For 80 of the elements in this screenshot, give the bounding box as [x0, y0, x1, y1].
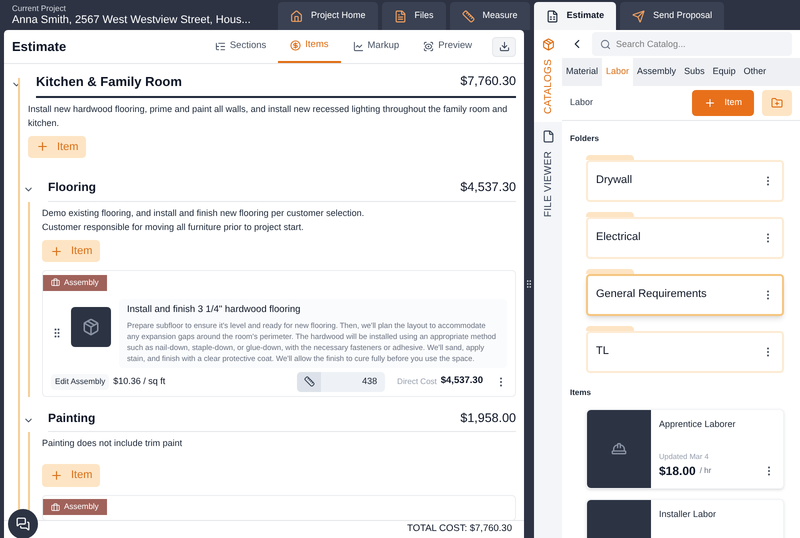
section-total: $4,537.30 [460, 179, 516, 196]
folder-card[interactable]: General Requirements [586, 274, 784, 316]
search-icon [600, 38, 611, 50]
folder-name: Electrical [596, 230, 642, 246]
search-field[interactable]: Search Catalog... [592, 32, 792, 56]
download-button[interactable] [492, 36, 516, 56]
briefcase-icon [51, 278, 60, 288]
new-folder-button[interactable] [762, 90, 792, 116]
unit-price: $10.36 / sq ft [113, 374, 166, 388]
item-title: Install and finish 3 1/4" hardwood flooring [127, 303, 302, 318]
assembly-badge: Assembly [43, 499, 107, 516]
home-icon [290, 10, 303, 22]
plus-icon [50, 244, 63, 258]
catalog-item-name: Apprentice Laborer [659, 418, 737, 431]
project-name: Anna Smith, 2567 West Westview Street, Hous... [12, 13, 251, 26]
chart-icon [352, 41, 364, 52]
folder-name: Drywall [596, 173, 634, 188]
section-description-field[interactable]: Install new hardwood flooring, prime and paint all walls, and install new recessed lighting throughout the family room and kitchen. [28, 98, 516, 134]
section-description-field[interactable]: Painting does not include trim paint [42, 432, 516, 462]
section-description-field[interactable]: Demo existing flooring, and install and finish new flooring per customer selection. Customer responsible for moving all furniture prior to project start. [42, 202, 516, 238]
nav-tab[interactable]: Send Proposal [620, 2, 724, 30]
folder-card[interactable]: Drywall [586, 160, 784, 202]
folder-name: TL [596, 344, 610, 360]
folder-plus-icon [771, 96, 783, 108]
side-tab[interactable]: FILE VIEWER [534, 122, 562, 226]
price-unit: / hr [700, 465, 712, 478]
folder-name: General Requirements [596, 287, 708, 302]
chat-button[interactable] [8, 509, 38, 538]
catalog-tab[interactable]: Material [562, 58, 602, 86]
send-icon [632, 10, 646, 22]
download-icon [498, 41, 510, 52]
direct-cost-value: $4,537.30 [440, 374, 483, 388]
plus-icon [704, 96, 716, 108]
measure-icon [297, 372, 322, 392]
document-icon [546, 10, 559, 22]
nav-tab[interactable]: Project Home [278, 2, 378, 30]
section-title: Painting [48, 410, 96, 427]
file-icon [542, 130, 554, 143]
folder-card[interactable]: Electrical [586, 216, 784, 258]
edit-assembly-button[interactable]: Edit Assembly [51, 374, 110, 390]
dollar-icon [290, 40, 302, 51]
project-label: Current Project [12, 4, 67, 12]
catalog-item-name: Installer Labor [659, 508, 718, 522]
catalog-tab[interactable]: Equip [708, 58, 740, 86]
splitter-handle-icon[interactable] [524, 279, 534, 289]
chat-icon [16, 517, 30, 531]
nav-tab[interactable]: Files [382, 2, 446, 30]
nav-tab[interactable]: Measure [450, 2, 530, 30]
file-icon [394, 10, 407, 22]
catalog-item-price: $18.00 [659, 463, 696, 480]
worker-icon [611, 440, 627, 457]
folders-heading: Folders [570, 132, 600, 144]
list-icon [214, 41, 226, 52]
section-title: Kitchen & Family Room [36, 73, 182, 91]
view-tab[interactable]: Sections [202, 30, 278, 63]
catalog-tab[interactable]: Assembly [633, 58, 680, 86]
assembly-badge: Assembly [43, 274, 107, 291]
view-tab[interactable]: Markup [340, 30, 412, 63]
plus-icon [36, 140, 49, 154]
plus-icon [50, 469, 63, 482]
briefcase-icon [51, 502, 60, 512]
box-icon [542, 38, 554, 51]
catalog-tab[interactable]: Other [740, 58, 770, 86]
section-title: Flooring [48, 179, 96, 196]
section-total: $7,760.30 [460, 73, 516, 90]
items-heading: Items [570, 386, 592, 398]
ruler-icon [462, 10, 475, 22]
preview-icon [423, 41, 434, 52]
catalog-item-card[interactable]: Installer Labor [586, 499, 784, 538]
total-cost: TOTAL COST: $7,760.30 [407, 522, 512, 536]
direct-cost-label: Direct Cost [397, 376, 437, 388]
quantity-value: 438 [361, 374, 378, 388]
view-tab[interactable]: Preview [411, 30, 484, 63]
estimate-title: Estimate [12, 38, 68, 56]
nav-tab[interactable]: Estimate [534, 2, 616, 30]
catalog-tab[interactable]: Subs [680, 58, 709, 86]
section-total: $1,958.00 [460, 410, 516, 426]
folder-card[interactable]: TL [586, 330, 784, 372]
breadcrumb: Labor [570, 96, 594, 109]
quantity-field[interactable]: 438 [297, 372, 386, 392]
